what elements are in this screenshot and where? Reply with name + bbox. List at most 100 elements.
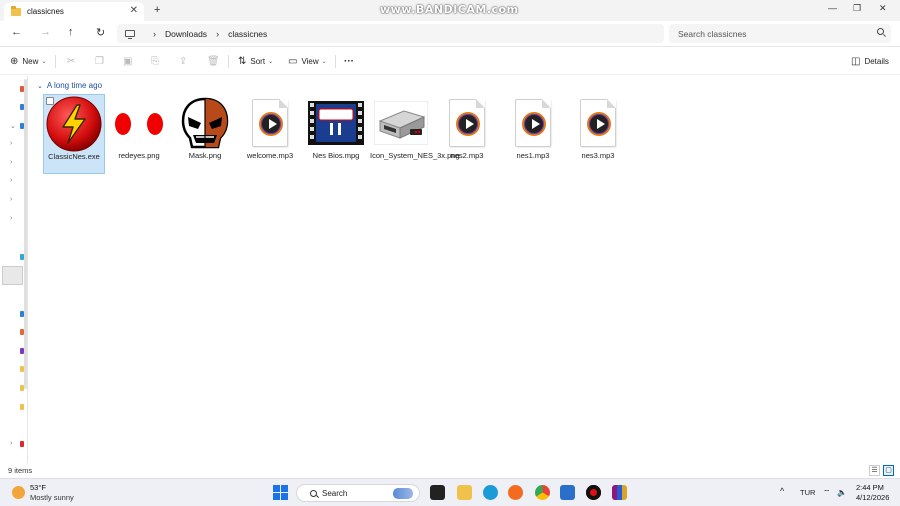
chrome-icon[interactable] <box>535 485 550 500</box>
tiles-view-button[interactable]: ▢ <box>883 465 894 476</box>
divider <box>228 55 229 68</box>
tab-classicnes[interactable]: classicnes ✕ <box>4 2 144 21</box>
sort-label: Sort <box>250 57 266 66</box>
task-view-icon[interactable] <box>430 485 445 500</box>
audio-thumbnail <box>504 96 562 150</box>
navigation-pane[interactable]: ⌄ › › › › › › <box>0 76 28 463</box>
rename-icon: ⎘ <box>151 56 159 67</box>
refresh-button[interactable]: ↻ <box>96 26 105 39</box>
weather-temperature[interactable]: 53°F <box>30 483 46 492</box>
view-button[interactable]: ▭ View ⌄ <box>288 56 327 67</box>
clipboard-icon: ▣ <box>123 56 133 67</box>
audio-file-icon <box>449 99 485 147</box>
file-item[interactable]: Icon_System_NES_3x.png <box>370 94 460 174</box>
more-button[interactable]: ··· <box>344 56 354 67</box>
rename-button[interactable]: ⎘ <box>151 56 163 67</box>
new-label: New <box>22 57 39 66</box>
chevron-right-icon[interactable]: › <box>10 440 12 447</box>
image-thumbnail <box>176 96 234 150</box>
skull-mask-image-icon <box>181 97 229 149</box>
sun-icon[interactable] <box>12 486 25 499</box>
taskbar: 53°F Mostly sunny Search ^ TUR ⌔ 🔈 2:44 … <box>0 478 900 506</box>
back-button[interactable]: ← <box>11 26 22 38</box>
taskbar-search-label: Search <box>322 488 348 498</box>
file-item[interactable]: Mask.png <box>174 94 236 174</box>
close-button[interactable]: ✕ <box>879 3 887 14</box>
clock-date[interactable]: 4/12/2026 <box>856 493 889 502</box>
play-icon <box>522 112 546 136</box>
tray-overflow-chevron[interactable]: ^ <box>780 486 784 496</box>
file-item[interactable]: nes2.mp3 <box>436 94 498 174</box>
share-button[interactable]: ⇪ <box>179 56 191 67</box>
weather-description[interactable]: Mostly sunny <box>30 493 74 502</box>
item-count: 9 items <box>8 466 33 475</box>
cut-button[interactable]: ✂ <box>67 56 79 67</box>
volume-icon[interactable]: 🔈 <box>837 488 847 497</box>
command-bar: ⊕ New ⌄ ✂ ❐ ▣ ⎘ ⇪ 🗑 ⇅ Sort ⌄ ▭ View ⌄ ··… <box>0 48 900 75</box>
group-header[interactable]: ⌄ A long time ago <box>37 81 102 90</box>
chevron-down-icon: ⌄ <box>321 59 327 65</box>
address-bar[interactable]: › Downloads › classicnes <box>117 24 664 43</box>
chevron-down-icon[interactable]: ⌄ <box>10 122 16 130</box>
video-thumbnail <box>307 96 365 150</box>
search-highlight-icon <box>393 488 413 499</box>
file-item[interactable]: nes3.mp3 <box>567 94 629 174</box>
chevron-right-icon[interactable]: › <box>10 140 12 147</box>
bandicam-record-icon[interactable] <box>586 485 601 500</box>
image-thumbnail <box>372 96 430 150</box>
taskbar-search-box[interactable]: Search <box>296 484 420 502</box>
nav-scrollbar[interactable] <box>24 79 27 389</box>
up-button[interactable]: ↑ <box>68 26 74 38</box>
winrar-icon[interactable] <box>612 485 627 500</box>
more-options-icon: ··· <box>344 56 354 67</box>
audio-thumbnail <box>569 96 627 150</box>
new-tab-button[interactable]: + <box>154 4 160 16</box>
chevron-right-icon[interactable]: › <box>10 177 12 184</box>
file-item[interactable]: nes1.mp3 <box>502 94 564 174</box>
new-button[interactable]: ⊕ New ⌄ <box>10 56 46 67</box>
maximize-button[interactable]: ❐ <box>853 3 861 14</box>
tab-title: classicnes <box>27 7 64 16</box>
wifi-icon[interactable]: ⌔ <box>823 488 831 498</box>
minimize-button[interactable]: — <box>828 3 837 13</box>
delete-button[interactable]: 🗑 <box>207 56 224 67</box>
chevron-right-icon[interactable]: › <box>10 159 12 166</box>
copy-button[interactable]: ❐ <box>95 56 108 67</box>
file-name: welcome.mp3 <box>246 151 294 160</box>
details-button[interactable]: ◫ Details <box>851 56 889 67</box>
folder-icon <box>11 5 21 16</box>
windows-start-icon[interactable] <box>273 485 288 500</box>
file-item[interactable]: Nes Bios.mpg <box>305 94 367 174</box>
chevron-right-icon[interactable]: › <box>10 196 12 203</box>
file-explorer-icon[interactable] <box>457 485 472 500</box>
details-view-button[interactable]: ☰ <box>869 465 880 476</box>
details-label: Details <box>864 57 889 66</box>
status-bar: 9 items ☰ ▢ <box>0 463 900 478</box>
copy-icon: ❐ <box>95 56 104 67</box>
forward-button[interactable]: → <box>40 26 51 38</box>
file-name: nes3.mp3 <box>581 151 615 160</box>
sort-button[interactable]: ⇅ Sort ⌄ <box>238 56 273 67</box>
chevron-right-icon[interactable]: › <box>10 215 12 222</box>
search-input[interactable]: Search classicnes <box>669 24 891 43</box>
audio-thumbnail <box>438 96 496 150</box>
audio-thumbnail <box>241 96 299 150</box>
firefox-icon[interactable] <box>508 485 523 500</box>
edge-browser-icon[interactable] <box>483 485 498 500</box>
language-indicator[interactable]: TUR <box>800 488 815 497</box>
nav-item-selected[interactable] <box>2 266 23 285</box>
file-item[interactable]: welcome.mp3 <box>239 94 301 174</box>
paste-button[interactable]: ▣ <box>123 56 136 67</box>
tab-close-button[interactable]: ✕ <box>130 5 138 16</box>
bandicam-watermark: www.BANDICAM.com <box>380 3 519 16</box>
file-item[interactable]: ClassicNes.exe <box>43 94 105 174</box>
image-thumbnail <box>110 96 168 150</box>
file-item[interactable]: redeyes.png <box>108 94 170 174</box>
breadcrumb-downloads[interactable]: Downloads <box>165 29 207 39</box>
play-icon <box>259 112 283 136</box>
app-window-icon[interactable] <box>560 485 575 500</box>
monitor-icon <box>125 30 135 39</box>
breadcrumb-classicnes[interactable]: classicnes <box>228 29 267 39</box>
clock-time[interactable]: 2:44 PM <box>856 483 884 492</box>
chevron-down-icon: ⌄ <box>268 59 274 65</box>
